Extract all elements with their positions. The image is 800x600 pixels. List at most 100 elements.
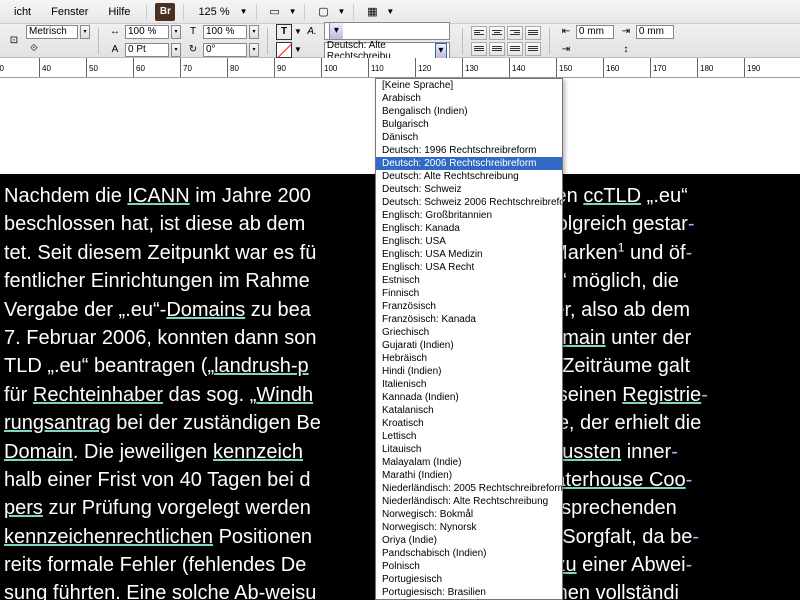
language-option[interactable]: [Keine Sprache] (376, 79, 562, 92)
justify-all-button[interactable] (525, 42, 541, 56)
language-option[interactable]: Englisch: USA Recht (376, 261, 562, 274)
chevron-down-icon[interactable]: ▼ (294, 27, 302, 36)
language-option[interactable]: Deutsch: Schweiz (376, 183, 562, 196)
language-option[interactable]: Griechisch (376, 326, 562, 339)
ruler-tick: 140 (509, 58, 525, 77)
chevron-down-icon[interactable]: ▼ (289, 7, 297, 16)
indent-left-field[interactable]: 0 mm (576, 25, 614, 39)
bridge-icon[interactable]: Br (155, 3, 175, 21)
justify-center-button[interactable] (489, 42, 505, 56)
align-center-button[interactable] (489, 26, 505, 40)
chevron-down-icon[interactable]: ▼ (294, 45, 302, 54)
language-combo[interactable]: Deutsch: Alte Rechtschreibu▾ (324, 42, 450, 60)
ruler-tick: 180 (697, 58, 713, 77)
char-style-icon[interactable]: A. (304, 24, 320, 40)
ruler-tick: 190 (744, 58, 760, 77)
language-option[interactable]: Niederländisch: 2005 Rechtschreibreform (376, 482, 562, 495)
language-option[interactable]: Arabisch (376, 92, 562, 105)
stepper-icon[interactable]: ▾ (249, 25, 259, 39)
stepper-icon[interactable]: ▾ (171, 25, 181, 39)
language-option[interactable]: Deutsch: 2006 Rechtschreibreform (376, 157, 562, 170)
language-option[interactable]: Englisch: Großbritannien (376, 209, 562, 222)
menu-item[interactable]: Fenster (43, 4, 96, 20)
language-option[interactable]: Kroatisch (376, 417, 562, 430)
language-option[interactable]: Deutsch: 1996 Rechtschreibreform (376, 144, 562, 157)
rotate-icon: ↻ (185, 42, 201, 58)
chevron-down-icon[interactable]: ▼ (386, 7, 394, 16)
chevron-down-icon[interactable]: ▾ (329, 23, 343, 39)
arrange-icon[interactable]: ▦ (362, 3, 382, 21)
language-option[interactable]: Norwegisch: Nynorsk (376, 521, 562, 534)
language-option[interactable]: Italienisch (376, 378, 562, 391)
rotate-field[interactable]: 0° (203, 43, 247, 57)
language-dropdown[interactable]: [Keine Sprache]ArabischBengalisch (Indie… (375, 78, 563, 600)
char-format-icon[interactable]: T (276, 24, 292, 40)
control-panel: ⊡ Metrisch▾ ⟐ ↔100 %▾ A0 Pt▾ T100 %▾ ↻0°… (0, 24, 800, 58)
language-option[interactable]: Katalanisch (376, 404, 562, 417)
language-option[interactable]: Polnisch (376, 560, 562, 573)
language-option[interactable]: Marathi (Indien) (376, 469, 562, 482)
language-option[interactable]: Deutsch: Schweiz 2006 Rechtschreibreform (376, 196, 562, 209)
zoom-level[interactable]: 125 % (192, 6, 235, 18)
language-option[interactable]: Norwegisch: Bokmål (376, 508, 562, 521)
stepper-icon[interactable]: ▾ (171, 43, 181, 57)
language-option[interactable]: Dänisch (376, 131, 562, 144)
align-justify-button[interactable] (525, 26, 541, 40)
language-option[interactable]: Kannada (Indien) (376, 391, 562, 404)
indent-right-icon: ⇥ (618, 24, 634, 40)
language-option[interactable]: Englisch: Kanada (376, 222, 562, 235)
menu-item[interactable]: icht (6, 4, 39, 20)
menu-item[interactable]: Hilfe (100, 4, 138, 20)
no-fill-icon[interactable] (276, 42, 292, 58)
indent-right-field[interactable]: 0 mm (636, 25, 674, 39)
language-option[interactable]: Hindi (Indien) (376, 365, 562, 378)
language-option[interactable]: Litauisch (376, 443, 562, 456)
chevron-down-icon[interactable]: ▼ (240, 7, 248, 16)
ruler-tick: 60 (133, 58, 145, 77)
view-mode-icon[interactable]: ▭ (265, 3, 285, 21)
language-option[interactable]: Gujarati (Indien) (376, 339, 562, 352)
stepper-icon[interactable]: ▾ (249, 43, 259, 57)
language-option[interactable]: Lettisch (376, 430, 562, 443)
language-option[interactable]: Englisch: USA Medizin (376, 248, 562, 261)
scale-x-icon: ↔ (107, 24, 123, 40)
language-option[interactable]: Französisch: Kanada (376, 313, 562, 326)
indent-left-icon: ⇤ (558, 24, 574, 40)
justify-left-button[interactable] (471, 42, 487, 56)
language-option[interactable]: Malayalam (Indie) (376, 456, 562, 469)
language-option[interactable]: Pandschabisch (Indien) (376, 547, 562, 560)
chevron-down-icon[interactable]: ▼ (337, 7, 345, 16)
justify-right-button[interactable] (507, 42, 523, 56)
align-right-button[interactable] (507, 26, 523, 40)
font-combo[interactable]: ▾ (324, 22, 450, 40)
language-option[interactable]: Hebräisch (376, 352, 562, 365)
language-option[interactable]: Bulgarisch (376, 118, 562, 131)
link-icon[interactable]: ⟐ (26, 41, 42, 57)
separator (98, 28, 99, 54)
ruler-tick: 120 (415, 58, 431, 77)
scale-x-field[interactable]: 100 % (125, 25, 169, 39)
ref-point-icon[interactable]: ⊡ (6, 33, 22, 49)
language-option[interactable]: Deutsch: Alte Rechtschreibung (376, 170, 562, 183)
pt-field[interactable]: 0 Pt (125, 43, 169, 57)
language-option[interactable]: Französisch (376, 300, 562, 313)
chevron-down-icon[interactable]: ▾ (435, 43, 447, 59)
first-line-icon: ⇥ (558, 42, 574, 58)
scale-y-field[interactable]: 100 % (203, 25, 247, 39)
language-option[interactable]: Oriya (Indie) (376, 534, 562, 547)
language-option[interactable]: Bengalisch (Indien) (376, 105, 562, 118)
ruler-tick: 70 (180, 58, 192, 77)
language-option[interactable]: Finnisch (376, 287, 562, 300)
language-option[interactable]: Portugiesisch: Brasilien (376, 586, 562, 599)
language-option[interactable]: Estnisch (376, 274, 562, 287)
dropdown-icon[interactable]: ▾ (80, 25, 90, 39)
language-option[interactable]: Englisch: USA (376, 235, 562, 248)
align-left-button[interactable] (471, 26, 487, 40)
units-field[interactable]: Metrisch (26, 25, 78, 39)
separator (304, 4, 305, 20)
screen-mode-icon[interactable]: ▢ (313, 3, 333, 21)
menubar: icht Fenster Hilfe Br 125 % ▼ ▭ ▼ ▢ ▼ ▦ … (0, 0, 800, 24)
horizontal-ruler[interactable]: 3040506070809010011012013014015016017018… (0, 58, 800, 78)
language-option[interactable]: Niederländisch: Alte Rechtschreibung (376, 495, 562, 508)
language-option[interactable]: Portugiesisch (376, 573, 562, 586)
